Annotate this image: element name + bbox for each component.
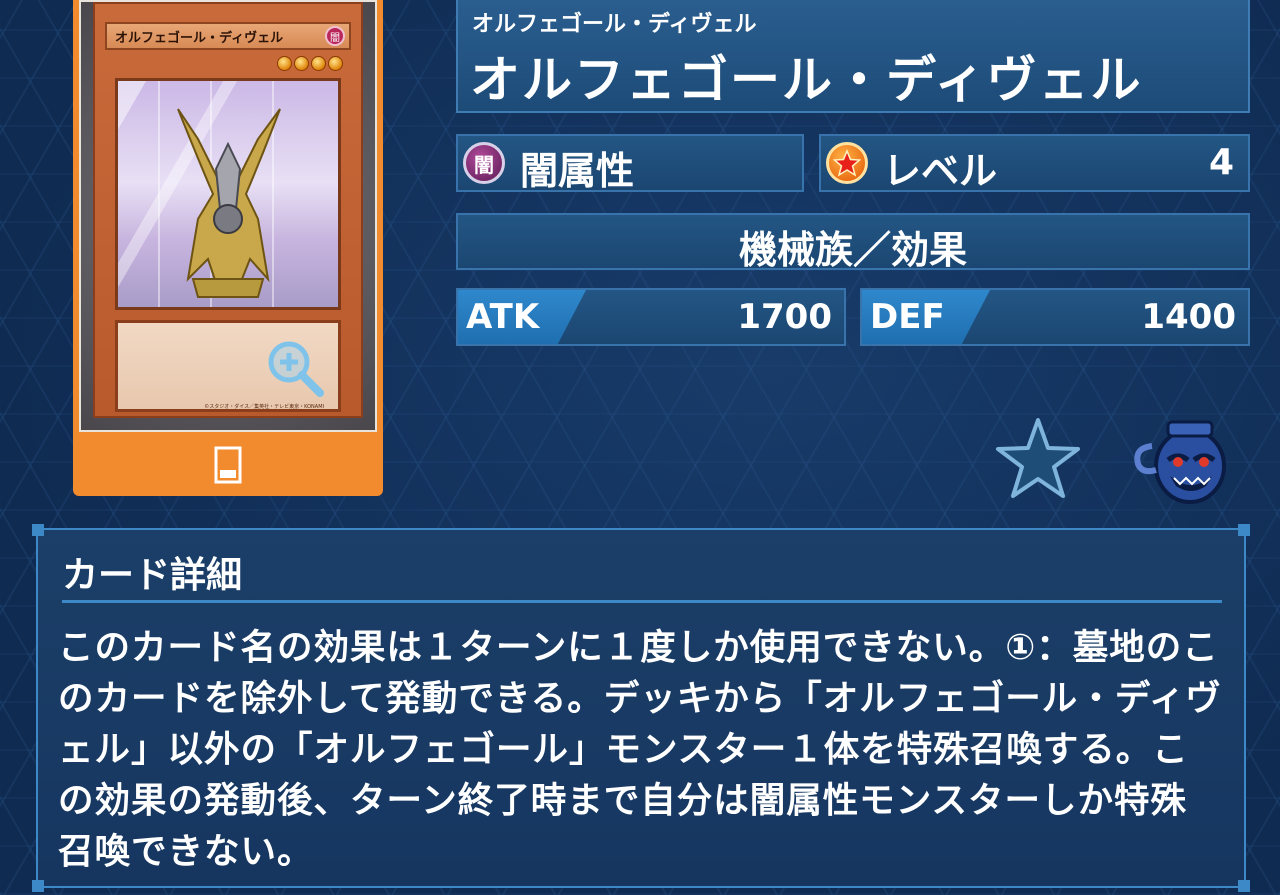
atk-tag: ATK bbox=[458, 290, 586, 344]
atk-label: ATK bbox=[466, 297, 540, 337]
card-name: オルフェゴール・ディヴェル bbox=[470, 51, 1143, 109]
star-glyph-icon bbox=[833, 149, 861, 177]
level-star-icon bbox=[311, 56, 326, 71]
attribute-glyph: 闇 bbox=[474, 152, 494, 177]
atk-box: ATK 1700 bbox=[456, 288, 846, 346]
monster-type: 機械族／効果 bbox=[738, 228, 967, 272]
card-image[interactable]: オルフェゴール・ディヴェル 闇 ©スタジオ・ダイス／集英社・テレビ東京・KONA… bbox=[79, 0, 377, 432]
card-name-panel: オルフェゴール・ディヴェル オルフェゴール・ディヴェル bbox=[456, 0, 1250, 113]
card-face: オルフェゴール・ディヴェル 闇 ©スタジオ・ダイス／集英社・テレビ東京・KONA… bbox=[93, 2, 363, 418]
panel-corner bbox=[32, 524, 44, 536]
panel-corner bbox=[32, 880, 44, 892]
card-name-ruby: オルフェゴール・ディヴェル bbox=[472, 12, 757, 37]
def-value: 1400 bbox=[1141, 297, 1236, 337]
panel-corner bbox=[1238, 880, 1250, 892]
level-box: レベル 4 bbox=[819, 134, 1250, 193]
level-star-icon bbox=[328, 56, 343, 71]
monster-artwork-icon bbox=[177, 108, 281, 299]
level-value: 4 bbox=[1208, 142, 1234, 183]
card-effect-text[interactable]: このカード名の効果は１ターンに１度しか使用できない。①：墓地のこのカードを除外し… bbox=[58, 622, 1222, 877]
dark-attribute-icon: 闇 bbox=[463, 142, 505, 184]
card-icon bbox=[214, 446, 242, 484]
level-star-icon bbox=[294, 56, 309, 71]
card-image-panel[interactable]: オルフェゴール・ディヴェル 闇 ©スタジオ・ダイス／集英社・テレビ東京・KONA… bbox=[73, 0, 383, 496]
attribute-label: 闇属性 bbox=[520, 149, 635, 193]
panel-corner bbox=[1238, 524, 1250, 536]
card-image-name: オルフェゴール・ディヴェル bbox=[115, 30, 284, 46]
pot-icon[interactable] bbox=[1132, 416, 1228, 506]
type-box: 機械族／効果 bbox=[456, 213, 1250, 272]
card-image-attribute-icon: 闇 bbox=[325, 26, 345, 46]
atk-value: 1700 bbox=[737, 297, 832, 337]
zoom-in-icon[interactable] bbox=[264, 337, 326, 399]
card-image-name-bar: オルフェゴール・ディヴェル 闇 bbox=[105, 22, 351, 50]
card-image-text-box: ©スタジオ・ダイス／集英社・テレビ東京・KONAMI bbox=[115, 320, 341, 412]
attribute-box: 闇 闇属性 bbox=[456, 134, 804, 193]
card-artwork bbox=[115, 78, 341, 310]
def-label: DEF bbox=[870, 297, 945, 337]
star-icon[interactable] bbox=[994, 416, 1082, 502]
detail-divider bbox=[62, 600, 1222, 603]
card-copyright: ©スタジオ・ダイス／集英社・テレビ東京・KONAMI bbox=[204, 404, 324, 410]
level-label: レベル bbox=[883, 149, 998, 193]
detail-title: カード詳細 bbox=[62, 555, 243, 596]
def-tag: DEF bbox=[862, 290, 990, 344]
level-star-icon bbox=[277, 56, 292, 71]
card-detail-panel: カード詳細 このカード名の効果は１ターンに１度しか使用できない。①：墓地のこのカ… bbox=[32, 524, 1250, 892]
level-star-icon bbox=[826, 142, 868, 184]
def-box: DEF 1400 bbox=[860, 288, 1250, 346]
card-image-level-stars bbox=[277, 56, 343, 71]
